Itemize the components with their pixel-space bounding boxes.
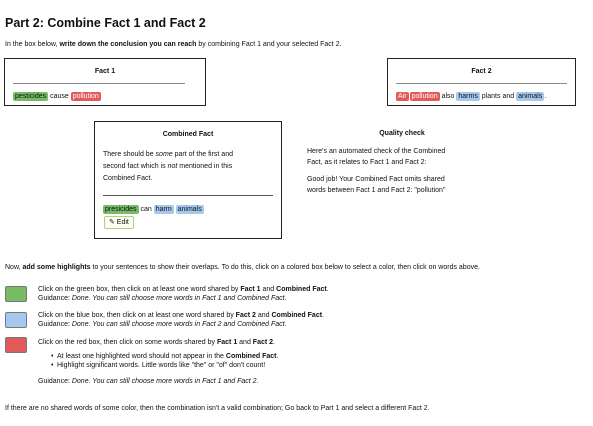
intro-pre: In the box below, [5, 41, 60, 48]
word-chip[interactable]: pesticides [13, 92, 49, 101]
combined-title: Combined Fact [162, 131, 214, 138]
word[interactable]: . [544, 93, 546, 100]
fact1-sentence: pesticides cause pollution [13, 92, 101, 101]
fact2-divider [396, 83, 567, 84]
green-instructions: Click on the green box, then click on at… [38, 286, 329, 302]
word[interactable]: cause [50, 93, 69, 100]
word-chip[interactable]: pollution [409, 92, 440, 101]
combined-fact-box: Combined Fact There should be some part … [94, 121, 282, 239]
guidance-label: Guidance: [38, 320, 72, 328]
combined-divider [103, 195, 273, 196]
word-chip[interactable]: presicides [103, 205, 139, 214]
word-chip[interactable]: pollution [70, 92, 101, 101]
quality-line: Here's an automated check of the Combine… [307, 148, 446, 155]
guidance-label: Guidance: [38, 294, 72, 302]
word[interactable]: can [140, 206, 151, 213]
fact1-box: Fact 1 pesticides cause pollution [4, 58, 206, 106]
quality-title: Quality check [379, 130, 425, 137]
word-chip[interactable]: harm [153, 205, 174, 214]
quality-line: Fact, as it relates to Fact 1 and Fact 2… [307, 159, 427, 166]
blue-instructions: Click on the blue box, then click on at … [38, 312, 324, 328]
fact2-sentence: Air pollution also harms plants and anima… [396, 92, 546, 101]
highlight-intro: Now, add some highlights to your sentenc… [5, 264, 480, 271]
fact2-box: Fact 2 Air pollution also harms plants an… [387, 58, 576, 106]
page-title: Part 2: Combine Fact 1 and Fact 2 [5, 16, 206, 30]
combined-sentence: presicides can harm animals [103, 205, 204, 214]
red-instructions: Click on the red box, then click on some… [38, 338, 278, 386]
combined-instructions: There should be some part of the first a… [103, 151, 233, 182]
guidance-text: Done. You can still choose more words in… [71, 378, 259, 385]
green-color-box[interactable] [5, 286, 27, 302]
intro-post: by combining Fact 1 and your selected Fa… [196, 41, 342, 48]
intro-text: In the box below, write down the conclus… [5, 40, 342, 49]
word-chip[interactable]: animals [175, 205, 204, 214]
word[interactable]: and [502, 93, 514, 100]
fact1-title: Fact 1 [94, 68, 116, 75]
blue-color-box[interactable] [5, 312, 27, 328]
guidance-text: Done. You can still choose more words in… [71, 320, 287, 328]
fact2-title: Fact 2 [471, 68, 492, 75]
footer-note: If there are no shared words of some col… [5, 405, 430, 412]
red-bullets: At least one highlighted word should not… [51, 353, 278, 371]
guidance-label: Guidance: [38, 378, 72, 385]
word-chip[interactable]: Air [396, 92, 409, 101]
bullet-item: Highlight significant words. Little word… [51, 362, 278, 371]
word[interactable]: also [442, 93, 455, 100]
word-chip[interactable]: harms [456, 92, 480, 101]
bullet-item: At least one highlighted word should not… [51, 353, 278, 362]
intro-bold: write down the conclusion you can reach [59, 41, 197, 48]
guidance-text: Done. You can still choose more words in… [71, 294, 287, 302]
edit-button[interactable]: ✎ Edit [104, 216, 134, 229]
red-color-box[interactable] [5, 337, 27, 353]
fact1-divider [13, 83, 185, 84]
quality-line: words between Fact 1 and Fact 2: "pollut… [307, 187, 446, 194]
word[interactable]: plants [482, 93, 501, 100]
word-chip[interactable]: animals [516, 92, 545, 101]
quality-check: Quality check Here's an automated check … [307, 130, 497, 196]
quality-line: Good job! Your Combined Fact omits share… [307, 176, 445, 183]
